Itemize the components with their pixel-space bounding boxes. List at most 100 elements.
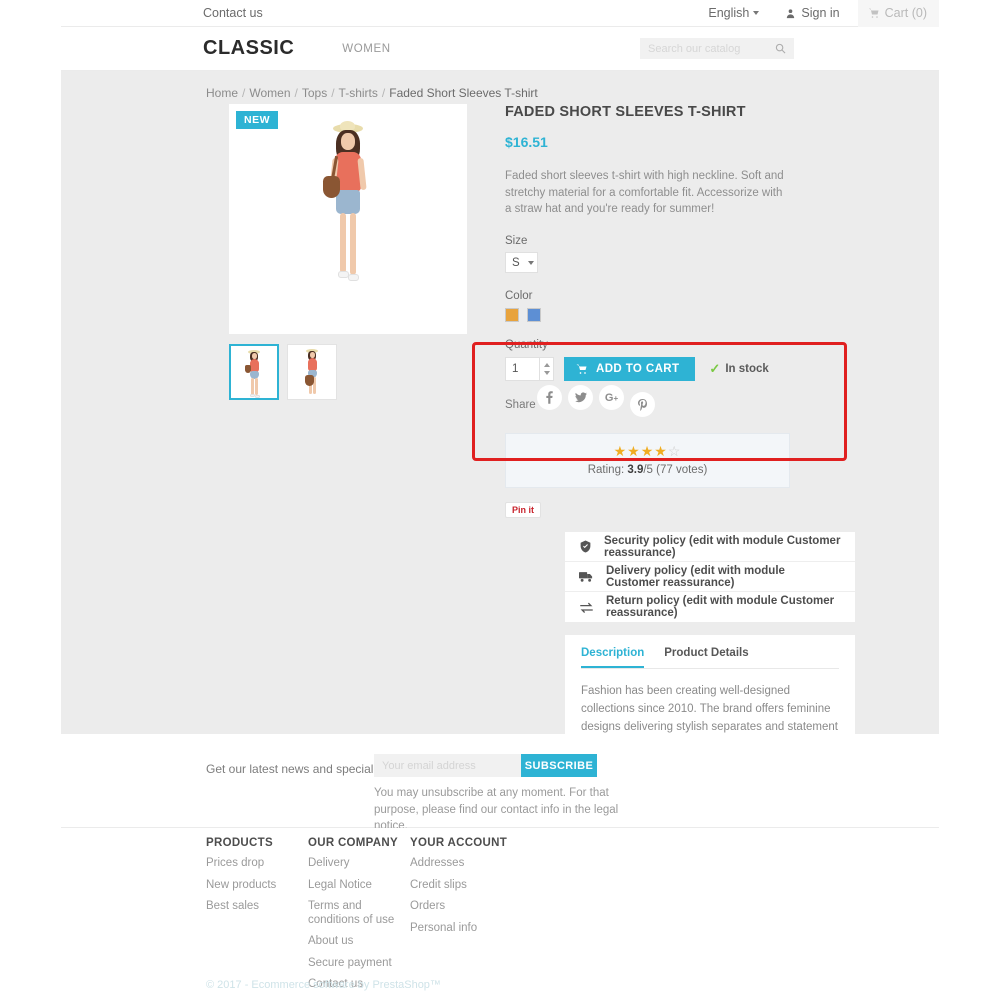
search-placeholder: Search our catalog <box>648 42 741 55</box>
rating-text: Rating: 3.9/5 (77 votes) <box>506 464 789 476</box>
exchange-icon <box>579 601 594 614</box>
cart-icon <box>868 8 879 18</box>
product-price: $16.51 <box>505 134 548 150</box>
stepper-down-icon[interactable] <box>543 371 550 376</box>
color-swatch-blue[interactable] <box>527 308 541 323</box>
cart-button[interactable]: Cart (0) <box>857 0 939 27</box>
reassurance-label: Security policy (edit with module Custom… <box>604 534 841 559</box>
newsletter-section: Get our latest news and special sales Yo… <box>61 734 939 832</box>
subscribe-button[interactable]: SUBSCRIBE <box>521 754 597 777</box>
search-input[interactable]: Search our catalog <box>640 38 794 59</box>
site-logo[interactable]: CLASSIC <box>203 37 294 60</box>
sign-in-label: Sign in <box>801 6 840 20</box>
rating-score: 3.9 <box>627 464 644 477</box>
footer-link[interactable]: Orders <box>410 900 512 914</box>
footer-link[interactable]: Delivery <box>308 857 410 871</box>
footer-link[interactable]: About us <box>308 935 410 949</box>
share-row: Share G+ <box>505 385 795 418</box>
product-photo-illustration <box>303 121 393 322</box>
check-icon: ✓ <box>709 361 721 377</box>
breadcrumb-item-home[interactable]: Home <box>206 86 238 100</box>
search-icon[interactable] <box>775 43 786 54</box>
share-label: Share <box>505 399 536 412</box>
language-selector[interactable]: English <box>708 6 760 20</box>
footer-link[interactable]: Prices drop <box>206 857 308 871</box>
truck-icon <box>579 570 594 583</box>
customer-reassurance-block: Security policy (edit with module Custom… <box>565 532 855 622</box>
chevron-down-icon <box>753 11 760 15</box>
tab-list: Description Product Details <box>581 647 839 669</box>
chevron-down-icon <box>528 261 534 266</box>
breadcrumb-item-current: Faded Short Sleeves T-shirt <box>389 86 538 100</box>
pinterest-pin-it-button[interactable]: Pin it <box>505 502 541 519</box>
add-to-cart-button[interactable]: ADD TO CART <box>564 357 696 382</box>
star-filled-icon: ★ <box>640 443 655 460</box>
stepper-up-icon[interactable] <box>543 363 550 368</box>
sign-in-link[interactable]: Sign in <box>785 6 840 20</box>
reassurance-row-security[interactable]: Security policy (edit with module Custom… <box>565 532 855 562</box>
pinterest-icon[interactable] <box>630 392 655 418</box>
stock-status: ✓ In stock <box>709 361 768 377</box>
breadcrumb-item-tops[interactable]: Tops <box>302 86 327 100</box>
footer-link[interactable]: Secure payment <box>308 957 410 971</box>
product-main-image[interactable]: NEW <box>229 104 467 334</box>
reassurance-label: Return policy (edit with module Customer… <box>606 595 835 619</box>
new-badge: NEW <box>236 111 278 129</box>
product-gallery: NEW <box>229 104 467 400</box>
breadcrumb: Home / Women / Tops / T-shirts / Faded Short Sle… <box>206 86 538 100</box>
contact-us-link[interactable]: Contact us <box>203 6 263 20</box>
stock-status-label: In stock <box>725 363 769 376</box>
nav-item-women[interactable]: WOMEN <box>342 43 390 55</box>
footer-link[interactable]: Addresses <box>410 857 512 871</box>
star-empty-icon: ☆ <box>667 443 682 460</box>
product-rating-card: ★★★★☆ Rating: 3.9/5 (77 votes) <box>505 433 790 489</box>
product-page: Contact us English Sign in Cart (0) CLAS… <box>0 0 1000 1000</box>
google-plus-icon[interactable]: G+ <box>599 385 624 411</box>
rating-stars: ★★★★☆ <box>506 444 789 458</box>
site-footer: PRODUCTS Prices drop New products Best s… <box>61 828 939 1000</box>
footer-link[interactable]: Best sales <box>206 900 308 914</box>
facebook-icon[interactable] <box>537 385 562 411</box>
tab-description[interactable]: Description <box>581 647 645 668</box>
top-navigation-bar: Contact us English Sign in Cart (0) <box>61 0 939 27</box>
thumbnail-2[interactable] <box>287 344 337 400</box>
rating-suffix: /5 (77 votes) <box>643 464 708 477</box>
shield-icon <box>579 540 592 553</box>
newsletter-email-input[interactable]: Your email address <box>374 754 522 777</box>
cart-icon <box>576 364 587 374</box>
footer-link[interactable]: New products <box>206 879 308 893</box>
cart-label: Cart (0) <box>884 6 927 20</box>
reassurance-row-return[interactable]: Return policy (edit with module Customer… <box>565 592 855 622</box>
thumbnail-1[interactable] <box>229 344 279 400</box>
footer-link[interactable]: Personal info <box>410 922 512 936</box>
star-filled-icon: ★ <box>613 443 628 460</box>
quantity-value: 1 <box>512 363 519 376</box>
copyright-text: © 2017 - Ecommerce software by PrestaSho… <box>206 979 441 991</box>
top-nav-right-group: English Sign in Cart (0) <box>708 0 939 27</box>
quantity-stepper[interactable] <box>540 357 554 382</box>
footer-column-our-company: OUR COMPANY Delivery Legal Notice Terms … <box>308 837 410 1000</box>
purchase-row: 1 ADD TO CART ✓ In stock <box>505 357 795 382</box>
footer-link[interactable]: Legal Notice <box>308 879 410 893</box>
footer-link[interactable]: Credit slips <box>410 879 512 893</box>
breadcrumb-separator: / <box>242 86 246 100</box>
tab-product-details[interactable]: Product Details <box>664 647 748 668</box>
color-swatch-orange[interactable] <box>505 308 519 323</box>
product-info-panel: FADED SHORT SLEEVES T-SHIRT $16.51 Faded… <box>505 104 795 519</box>
site-header: CLASSIC WOMEN Search our catalog <box>61 27 939 71</box>
user-icon <box>787 8 795 18</box>
newsletter-placeholder: Your email address <box>382 759 476 772</box>
main-content-area: Home / Women / Tops / T-shirts / Faded Short Sle… <box>61 71 939 913</box>
breadcrumb-item-tshirts[interactable]: T-shirts <box>339 86 378 100</box>
footer-link[interactable]: Terms and conditions of use <box>308 900 410 927</box>
footer-column-products: PRODUCTS Prices drop New products Best s… <box>206 837 308 1000</box>
reassurance-row-delivery[interactable]: Delivery policy (edit with module Custom… <box>565 562 855 592</box>
thumbnail-list <box>229 344 467 400</box>
size-select[interactable]: S <box>505 252 538 274</box>
breadcrumb-separator: / <box>381 86 386 100</box>
twitter-icon[interactable] <box>568 385 593 411</box>
breadcrumb-item-women[interactable]: Women <box>249 86 290 100</box>
quantity-input[interactable]: 1 <box>505 357 540 382</box>
language-label: English <box>708 6 750 20</box>
add-to-cart-label: ADD TO CART <box>596 363 680 376</box>
